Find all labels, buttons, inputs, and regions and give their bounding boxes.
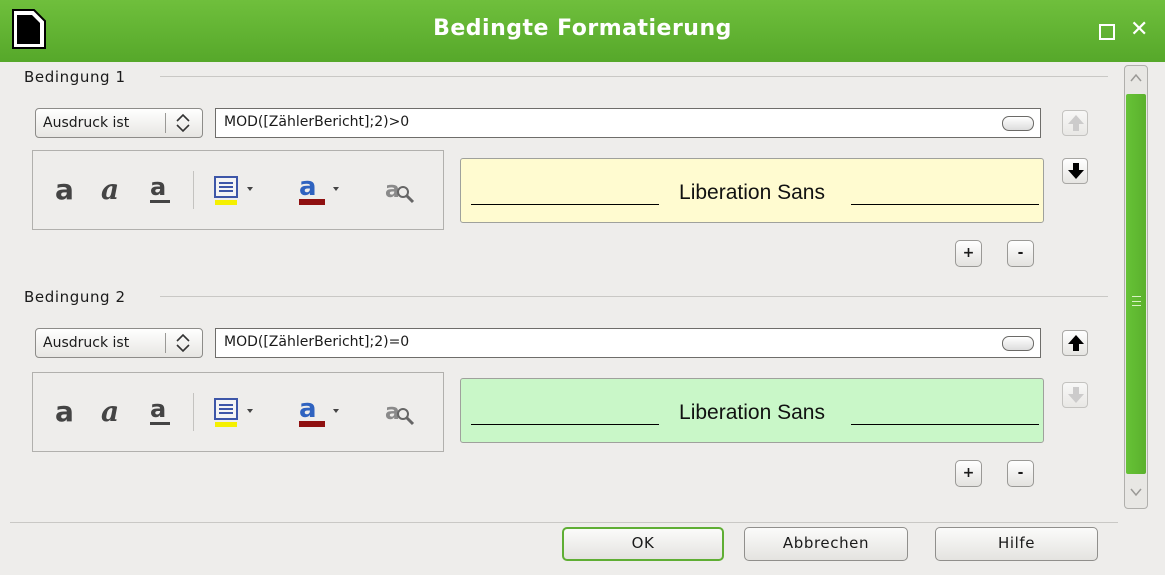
expression-expand-button[interactable] [1002, 116, 1034, 131]
condition-1-add-button[interactable]: + [955, 240, 982, 267]
condition-2-expression-input[interactable]: MOD([ZählerBericht];2)=0 [215, 328, 1041, 358]
underline [851, 424, 1039, 425]
spin-arrows-icon [176, 333, 190, 353]
title-bar[interactable]: Bedingte Formatierung ✕ [0, 0, 1165, 62]
condition-2-type-label: Ausdruck ist [43, 335, 130, 351]
condition-1-remove-button[interactable]: - [1007, 240, 1034, 267]
condition-2-remove-button[interactable]: - [1007, 460, 1034, 487]
svg-text:a: a [101, 173, 119, 206]
close-button[interactable]: ✕ [1130, 18, 1148, 42]
font-color-icon[interactable]: a [297, 173, 343, 207]
svg-text:a: a [150, 395, 166, 423]
condition-1-style-toolbox: a a a a a [32, 150, 444, 230]
maximize-button[interactable] [1099, 24, 1115, 40]
grip-icon [1132, 296, 1141, 306]
cancel-button[interactable]: Abbrechen [744, 527, 908, 561]
italic-icon[interactable]: a [99, 395, 131, 429]
separator [160, 76, 1108, 77]
condition-2-style-toolbox: a a a a a [32, 372, 444, 452]
bold-icon[interactable]: a [53, 395, 85, 429]
condition-2-preview: Liberation Sans [460, 378, 1044, 443]
condition-1-type-label: Ausdruck ist [43, 115, 130, 131]
arrow-down-icon [1068, 387, 1084, 403]
condition-2-type-dropdown[interactable]: Ausdruck ist [35, 328, 203, 358]
condition-1-move-up-button[interactable] [1062, 110, 1088, 136]
more-options-icon[interactable]: a [383, 395, 417, 429]
svg-text:a: a [55, 173, 74, 206]
svg-text:a: a [299, 395, 317, 424]
condition-1-title: Bedingung 1 [24, 68, 126, 86]
svg-text:a: a [299, 173, 317, 202]
separator [10, 522, 1118, 523]
condition-2-move-up-button[interactable] [1062, 330, 1088, 356]
background-color-icon[interactable] [213, 395, 257, 429]
condition-1-expression-input[interactable]: MOD([ZählerBericht];2)>0 [215, 108, 1041, 138]
ok-button[interactable]: OK [562, 527, 724, 561]
condition-2-title: Bedingung 2 [24, 288, 126, 306]
background-color-icon[interactable] [213, 173, 257, 207]
condition-1-move-down-button[interactable] [1062, 158, 1088, 184]
scrollbar-thumb[interactable] [1126, 94, 1146, 474]
svg-text:a: a [150, 173, 166, 201]
separator [165, 333, 166, 353]
svg-text:a: a [55, 395, 74, 428]
separator [160, 296, 1108, 297]
underline-icon[interactable]: a [147, 395, 175, 429]
condition-1-type-dropdown[interactable]: Ausdruck ist [35, 108, 203, 138]
condition-1-expression-text: MOD([ZählerBericht];2)>0 [224, 114, 410, 130]
arrow-down-icon [1068, 163, 1084, 179]
separator [165, 113, 166, 133]
condition-2-add-button[interactable]: + [955, 460, 982, 487]
dialog-body: Bedingung 1 Ausdruck ist MOD([ZählerBeri… [10, 62, 1157, 575]
underline-icon[interactable]: a [147, 173, 175, 207]
vertical-scrollbar[interactable] [1124, 65, 1148, 509]
condition-2-preview-text: Liberation Sans [679, 401, 825, 424]
condition-2-expression-text: MOD([ZählerBericht];2)=0 [224, 334, 410, 350]
separator [193, 393, 194, 431]
chevron-down-icon[interactable] [1128, 484, 1144, 500]
help-button[interactable]: Hilfe [935, 527, 1098, 561]
condition-1-preview-text: Liberation Sans [679, 181, 825, 204]
expression-expand-button[interactable] [1002, 336, 1034, 351]
italic-icon[interactable]: a [99, 173, 131, 207]
separator [193, 171, 194, 209]
arrow-up-icon [1068, 115, 1084, 131]
more-options-icon[interactable]: a [383, 173, 417, 207]
underline [851, 204, 1039, 205]
svg-text:a: a [101, 395, 119, 428]
window-title: Bedingte Formatierung [433, 16, 732, 41]
font-color-icon[interactable]: a [297, 395, 343, 429]
bold-icon[interactable]: a [53, 173, 85, 207]
arrow-up-icon [1068, 335, 1084, 351]
spin-arrows-icon [176, 113, 190, 133]
condition-2-move-down-button[interactable] [1062, 382, 1088, 408]
condition-1-preview: Liberation Sans [460, 158, 1044, 223]
chevron-up-icon[interactable] [1128, 70, 1144, 86]
